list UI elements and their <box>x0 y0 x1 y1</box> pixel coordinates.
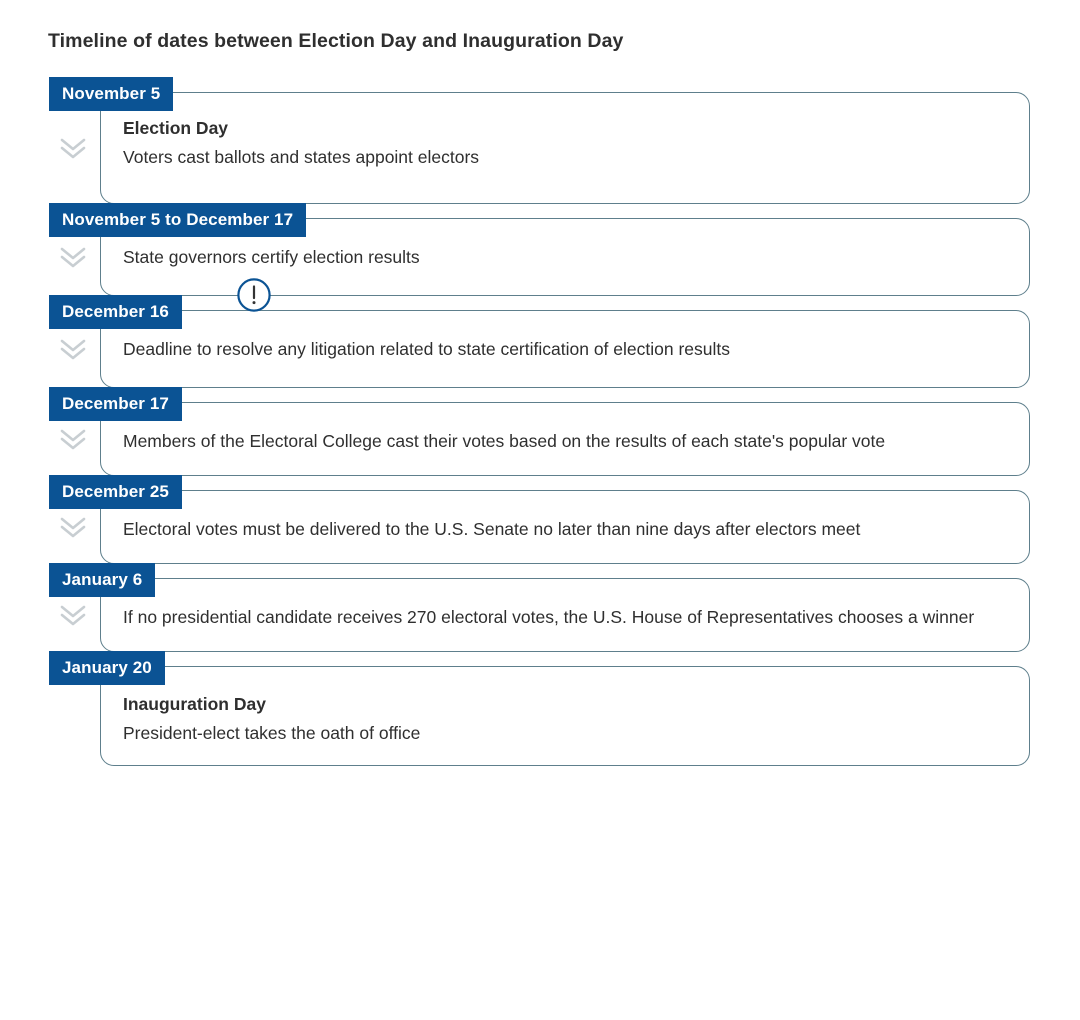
timeline-date-badge: December 25 <box>49 475 182 509</box>
timeline-page: Timeline of dates between Election Day a… <box>0 0 1080 1020</box>
timeline-card: December 16 Deadline to resolve any litig… <box>49 278 1030 388</box>
timeline-date-badge: November 5 to December 17 <box>49 203 307 237</box>
timeline-item: January 20 Inauguration Day President-elec… <box>0 651 1080 767</box>
double-chevron-down-icon <box>58 426 88 452</box>
timeline-date-badge: January 6 <box>49 563 156 597</box>
timeline-card: November 5 Election Day Voters cast ballot… <box>49 77 1030 204</box>
timeline-date-badge: December 17 <box>49 387 182 421</box>
timeline-card-description: Deadline to resolve any litigation relat… <box>123 339 730 359</box>
timeline-card: January 20 Inauguration Day President-elec… <box>49 651 1030 767</box>
double-chevron-down-icon <box>58 602 88 628</box>
double-chevron-down-icon <box>58 135 88 161</box>
timeline-card-description: Members of the Electoral College cast th… <box>123 431 886 451</box>
timeline-card-heading: Election Day <box>123 118 229 138</box>
timeline-date-badge: November 5 <box>49 77 174 111</box>
timeline-list: November 5 Election Day Voters cast ballot… <box>0 77 1080 780</box>
timeline-card-description: Electoral votes must be delivered to the… <box>123 519 861 539</box>
double-chevron-down-icon <box>58 244 88 270</box>
timeline-date-badge: December 16 <box>49 295 182 329</box>
timeline-item: January 6 If no presidential candidate re… <box>0 563 1080 652</box>
timeline-item: December 16 Deadline to resolve any litig… <box>0 278 1080 388</box>
timeline-card-description: State governors certify election results <box>123 247 420 267</box>
timeline-card: December 25 Electoral votes must be deliv… <box>49 475 1030 564</box>
timeline-card: December 17 Members of the Electoral Coll… <box>49 387 1030 476</box>
timeline-card-heading: Inauguration Day <box>123 694 266 714</box>
page-title: Timeline of dates between Election Day a… <box>48 30 624 52</box>
timeline-card: January 6 If no presidential candidate re… <box>49 563 1030 652</box>
double-chevron-down-icon <box>58 514 88 540</box>
timeline-card-description: If no presidential candidate receives 27… <box>123 607 975 627</box>
timeline-item: November 5 Election Day Voters cast ballot… <box>0 77 1080 204</box>
timeline-item: November 5 to December 17 State governors… <box>0 203 1080 296</box>
exclamation-circle-icon <box>236 277 272 313</box>
timeline-date-badge: January 20 <box>49 651 165 685</box>
timeline-card-description: President-elect takes the oath of office <box>123 722 421 743</box>
double-chevron-down-icon <box>58 336 88 362</box>
timeline-item: December 25 Electoral votes must be deliv… <box>0 475 1080 564</box>
timeline-card-description: Voters cast ballots and states appoint e… <box>123 146 480 167</box>
timeline-item: December 17 Members of the Electoral Coll… <box>0 387 1080 476</box>
